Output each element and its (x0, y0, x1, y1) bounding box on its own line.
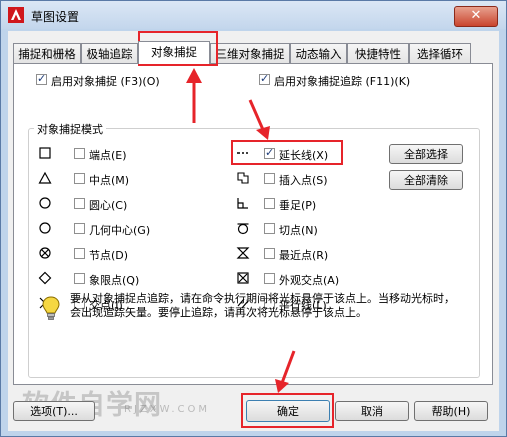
midpoint-checkbox[interactable] (74, 173, 85, 184)
endpoint-checkbox[interactable] (74, 148, 85, 159)
watermark-url: RJZXW.COM (124, 404, 210, 415)
extension-highlight-box (231, 140, 343, 165)
options-button[interactable]: 选项(T)... (13, 401, 95, 421)
insertion-checkbox[interactable] (264, 173, 275, 184)
nearest-checkbox[interactable] (264, 248, 275, 259)
tracking-on-label: 启用对象捕捉追踪 (F11)(K) (274, 75, 411, 88)
tab-polar-tracking[interactable]: 极轴追踪 (81, 43, 138, 63)
arrow-icon (248, 99, 270, 140)
tab-selection-cycling[interactable]: 选择循环 (409, 43, 471, 63)
quadrant-checkbox[interactable] (74, 273, 85, 284)
node-checkbox[interactable] (74, 248, 85, 259)
circle-icon (39, 222, 51, 234)
tracking-on-checkbox[interactable] (259, 72, 270, 85)
tangent-checkbox[interactable] (264, 223, 275, 234)
geometric-center-checkbox[interactable] (74, 223, 85, 234)
drafting-settings-dialog: 草图设置 ✕ 捕捉和栅格 极轴追踪 对象捕捉 三维对象捕捉 动态输入 快捷特性 … (0, 0, 507, 437)
tracking-info-text: 要从对象捕捉点追踪，请在命令执行期间将光标悬停于该点上。当移动光标时，会出现追踪… (70, 292, 455, 319)
title-bar[interactable]: 草图设置 ✕ (1, 1, 506, 29)
tab-quick-properties[interactable]: 快捷特性 (347, 43, 409, 63)
apparent-intersection-checkbox[interactable] (264, 273, 275, 284)
insert-icon (237, 172, 249, 184)
tab-dynamic-input[interactable]: 动态输入 (290, 43, 347, 63)
select-all-button[interactable]: 全部选择 (389, 144, 463, 164)
apparent-intersection-label: 外观交点(A) (279, 274, 340, 287)
snap-on-label: 启用对象捕捉 (F3)(O) (51, 75, 160, 88)
circle-icon (39, 197, 51, 209)
diamond-icon (38, 271, 52, 285)
object-snap-panel: 启用对象捕捉 (F3)(O) 启用对象捕捉追踪 (F11)(K) 对象捕捉模式 … (13, 63, 493, 385)
center-label: 圆心(C) (89, 199, 128, 212)
endpoint-label: 端点(E) (89, 149, 127, 162)
clear-all-button[interactable]: 全部清除 (389, 170, 463, 190)
tab-snap-grid[interactable]: 捕捉和栅格 (13, 43, 81, 63)
nearest-icon (236, 247, 250, 259)
tangent-icon (237, 223, 249, 235)
tab-3d-object-snap[interactable]: 三维对象捕捉 (210, 43, 290, 63)
close-button[interactable]: ✕ (454, 6, 498, 27)
triangle-icon (38, 171, 52, 184)
nearest-label: 最近点(R) (279, 249, 329, 262)
snap-modes-title: 对象捕捉模式 (34, 121, 106, 137)
tangent-label: 切点(N) (279, 224, 318, 237)
tab-object-snap[interactable]: 对象捕捉 (138, 41, 210, 64)
geometric-center-label: 几何中心(G) (89, 224, 151, 237)
autocad-app-icon (8, 7, 24, 23)
arrow-icon (186, 68, 202, 123)
snap-on-checkbox[interactable] (36, 72, 47, 85)
window-title: 草图设置 (31, 10, 80, 24)
perpendicular-icon (237, 198, 248, 209)
help-button[interactable]: 帮助(H) (414, 401, 488, 421)
perpendicular-label: 垂足(P) (279, 199, 317, 212)
arrow-icon (275, 350, 296, 393)
cancel-button[interactable]: 取消 (335, 401, 409, 421)
perpendicular-checkbox[interactable] (264, 198, 275, 209)
apparent-intersection-icon (237, 272, 249, 284)
lightbulb-icon (42, 296, 60, 320)
node-label: 节点(D) (89, 249, 129, 262)
square-icon (39, 147, 51, 159)
ok-button-highlight (241, 393, 334, 428)
quadrant-label: 象限点(Q) (89, 274, 140, 287)
dialog-client-area: 捕捉和栅格 极轴追踪 对象捕捉 三维对象捕捉 动态输入 快捷特性 选择循环 启用… (8, 31, 499, 431)
insertion-label: 插入点(S) (279, 174, 328, 187)
midpoint-label: 中点(M) (89, 174, 130, 187)
node-icon (39, 247, 51, 259)
center-checkbox[interactable] (74, 198, 85, 209)
